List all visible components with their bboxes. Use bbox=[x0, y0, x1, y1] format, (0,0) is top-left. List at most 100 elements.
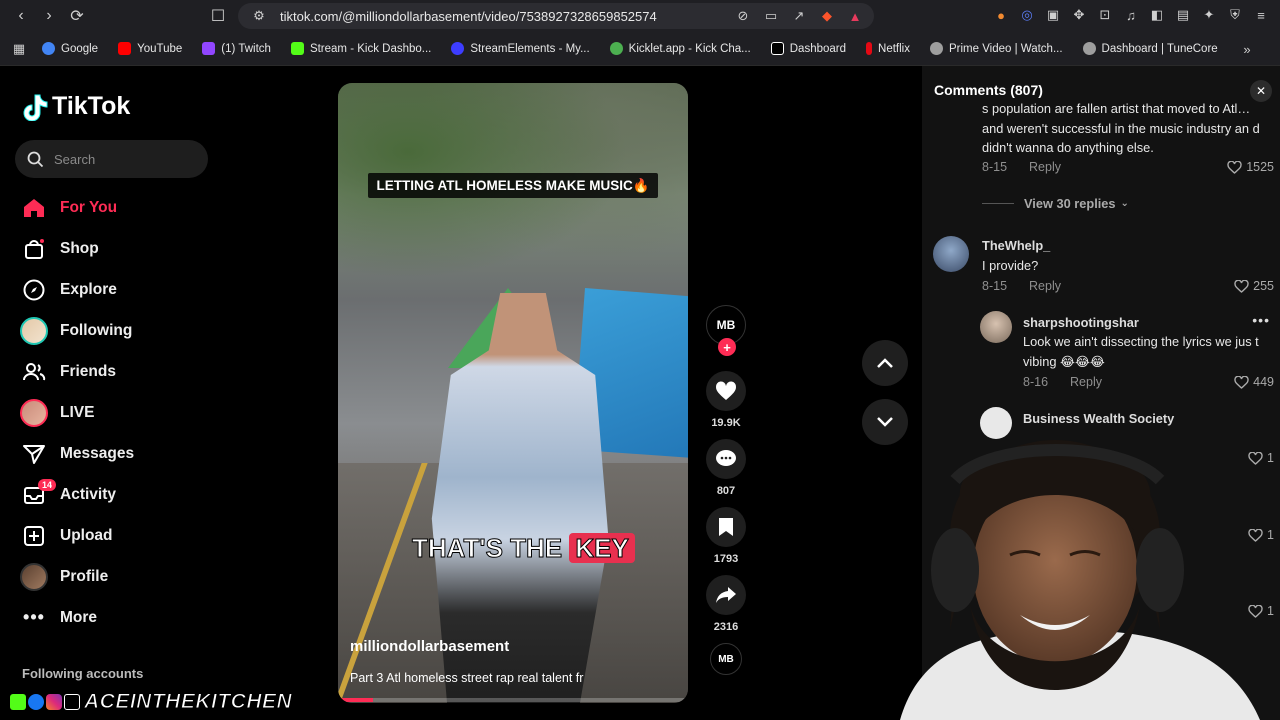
eye-off-icon[interactable]: ⊘ bbox=[734, 7, 752, 25]
extensions-puzzle-icon[interactable]: ✥ bbox=[1070, 6, 1088, 24]
heart-icon[interactable] bbox=[706, 371, 746, 411]
share-icon[interactable]: ↗ bbox=[790, 7, 808, 25]
reply-button[interactable]: Reply bbox=[1070, 375, 1102, 389]
video-subtitle-highlight: KEY bbox=[569, 533, 635, 564]
sound-disc-icon[interactable]: MB bbox=[710, 643, 742, 675]
comment-like[interactable]: 255 bbox=[1234, 279, 1274, 293]
sidebar-item-label: Profile bbox=[60, 567, 109, 585]
share-count: 2316 bbox=[713, 621, 739, 633]
streamer-webcam-overlay bbox=[860, 420, 1280, 720]
sidebar-item-following[interactable]: Following bbox=[20, 310, 134, 351]
bookmark-tunecore[interactable]: Dashboard | TuneCore bbox=[1082, 42, 1218, 55]
extension-icon-2[interactable]: ◎ bbox=[1018, 6, 1036, 24]
extension-icon-1[interactable]: ● bbox=[992, 6, 1010, 24]
more-bookmarks-icon[interactable]: » bbox=[1238, 40, 1256, 58]
leo-icon[interactable]: ✦ bbox=[1200, 6, 1218, 24]
search-input[interactable]: Search bbox=[15, 140, 208, 178]
heart-outline-icon bbox=[1227, 160, 1242, 174]
reply-button[interactable]: Reply bbox=[1029, 279, 1061, 293]
comment-username[interactable]: sharpshootingshar bbox=[1023, 315, 1139, 330]
bookmark-kick-dashboard[interactable]: Stream - Kick Dashbo... bbox=[290, 42, 431, 55]
reply-button[interactable]: Reply bbox=[1029, 160, 1061, 174]
bookmark-label: Dashboard bbox=[789, 42, 847, 55]
video-subtitle: THAT'S THE KEY bbox=[411, 533, 635, 564]
tiktok-small-icon bbox=[64, 694, 80, 710]
following-accounts-heading: Following accounts bbox=[22, 666, 144, 681]
sidebar-item-messages[interactable]: Messages bbox=[20, 433, 134, 474]
sidebar-item-more[interactable]: ••• More bbox=[20, 597, 134, 638]
sidebar-item-for-you[interactable]: For You bbox=[20, 187, 134, 228]
forward-icon[interactable]: › bbox=[36, 3, 62, 29]
comment-meta: 8-15 Reply bbox=[982, 279, 1061, 293]
screenshot-icon[interactable]: ⊡ bbox=[1096, 6, 1114, 24]
share-action[interactable]: 2316 bbox=[704, 575, 748, 633]
bookmark-icon[interactable] bbox=[706, 507, 746, 547]
video-scene-trees bbox=[338, 83, 688, 313]
instagram-icon bbox=[46, 694, 62, 710]
back-icon[interactable]: ‹ bbox=[8, 3, 34, 29]
site-info-icon[interactable]: ⚙ bbox=[250, 7, 268, 25]
sidebar-item-upload[interactable]: Upload bbox=[20, 515, 134, 556]
sidebar-item-shop[interactable]: Shop bbox=[20, 228, 134, 269]
video-player[interactable]: LETTING ATL HOMELESS MAKE MUSIC🔥 THAT'S … bbox=[338, 83, 688, 703]
bookmark-twitch[interactable]: (1) Twitch bbox=[202, 42, 271, 55]
bookmark-label: Google bbox=[61, 42, 99, 55]
brave-rewards-icon[interactable]: ▲ bbox=[846, 7, 864, 25]
bookmark-netflix[interactable]: Netflix bbox=[866, 42, 910, 55]
wallet-icon[interactable]: ▤ bbox=[1174, 6, 1192, 24]
comment-date: 8-15 bbox=[982, 279, 1008, 293]
more-options-icon[interactable]: ••• bbox=[1252, 312, 1270, 328]
menu-icon[interactable]: ≡ bbox=[1252, 6, 1270, 24]
bookmark-icon[interactable]: ☐ bbox=[205, 3, 231, 29]
streamer-name: ACEINTHEKITCHEN bbox=[83, 690, 293, 714]
avatar[interactable] bbox=[933, 236, 969, 272]
address-bar[interactable]: ⚙ tiktok.com/@milliondollarbasement/vide… bbox=[238, 3, 874, 29]
view-replies-button[interactable]: View 30 replies ⌄ bbox=[982, 196, 1129, 211]
video-description: Part 3 Atl homeless street rap real tale… bbox=[350, 671, 584, 685]
share-arrow-icon[interactable] bbox=[706, 575, 746, 615]
comment-bubble-icon[interactable] bbox=[706, 439, 746, 479]
sidebar-item-live[interactable]: LIVE bbox=[20, 392, 134, 433]
bookmark-google[interactable]: Google bbox=[42, 42, 98, 55]
tiktok-logo[interactable]: TikTok bbox=[22, 92, 130, 121]
extension-icon-3[interactable]: ▣ bbox=[1044, 6, 1062, 24]
follow-plus-icon[interactable]: + bbox=[718, 338, 736, 356]
comment-meta: 8-16 Reply bbox=[1023, 375, 1102, 389]
video-progress-bar[interactable] bbox=[338, 698, 688, 702]
avatar[interactable] bbox=[980, 311, 1012, 343]
comment-like[interactable]: 1525 bbox=[1227, 160, 1274, 174]
bookmark-label: (1) Twitch bbox=[221, 42, 271, 55]
comment-username[interactable]: TheWhelp_ bbox=[982, 238, 1050, 253]
bookmark-dashboard[interactable]: Dashboard bbox=[770, 42, 847, 55]
creator-avatar[interactable]: MB + bbox=[706, 305, 746, 356]
video-top-caption: LETTING ATL HOMELESS MAKE MUSIC🔥 bbox=[338, 173, 688, 198]
bookmark-kicklet[interactable]: Kicklet.app - Kick Cha... bbox=[609, 42, 751, 55]
reload-icon[interactable]: ⟳ bbox=[64, 3, 90, 29]
bookmark-youtube[interactable]: YouTube bbox=[118, 42, 182, 55]
sidebar-item-friends[interactable]: Friends bbox=[20, 351, 134, 392]
apps-grid-icon[interactable]: ▦ bbox=[10, 40, 28, 58]
bookmark-prime-video[interactable]: Prime Video | Watch... bbox=[929, 42, 1063, 55]
sidebar-item-explore[interactable]: Explore bbox=[20, 269, 134, 310]
facebook-icon bbox=[28, 694, 44, 710]
comment-action[interactable]: 807 bbox=[704, 439, 748, 497]
youtube-icon bbox=[118, 42, 132, 55]
save-action[interactable]: 1793 bbox=[704, 507, 748, 565]
media-icon[interactable]: ♫ bbox=[1122, 6, 1140, 24]
previous-video-button[interactable] bbox=[862, 340, 908, 386]
video-author[interactable]: milliondollarbasement bbox=[350, 638, 509, 655]
sidebar-item-activity[interactable]: 14 Activity bbox=[20, 474, 134, 515]
like-action[interactable]: 19.9K bbox=[704, 371, 748, 429]
sidebar-icon[interactable]: ◧ bbox=[1148, 6, 1166, 24]
shop-icon bbox=[20, 235, 48, 263]
vpn-icon[interactable]: ⛨ bbox=[1226, 6, 1244, 24]
cast-icon[interactable]: ▭ bbox=[762, 7, 780, 25]
search-icon bbox=[27, 151, 44, 167]
sidebar-item-label: Explore bbox=[60, 280, 117, 298]
comment-like[interactable]: 449 bbox=[1234, 375, 1274, 389]
comment-like-count: 255 bbox=[1253, 279, 1274, 293]
sidebar-item-profile[interactable]: Profile bbox=[20, 556, 134, 597]
bookmark-streamelements[interactable]: StreamElements - My... bbox=[451, 42, 590, 55]
heart-outline-icon bbox=[1234, 279, 1249, 293]
brave-shield-icon[interactable]: ◆ bbox=[818, 7, 836, 25]
